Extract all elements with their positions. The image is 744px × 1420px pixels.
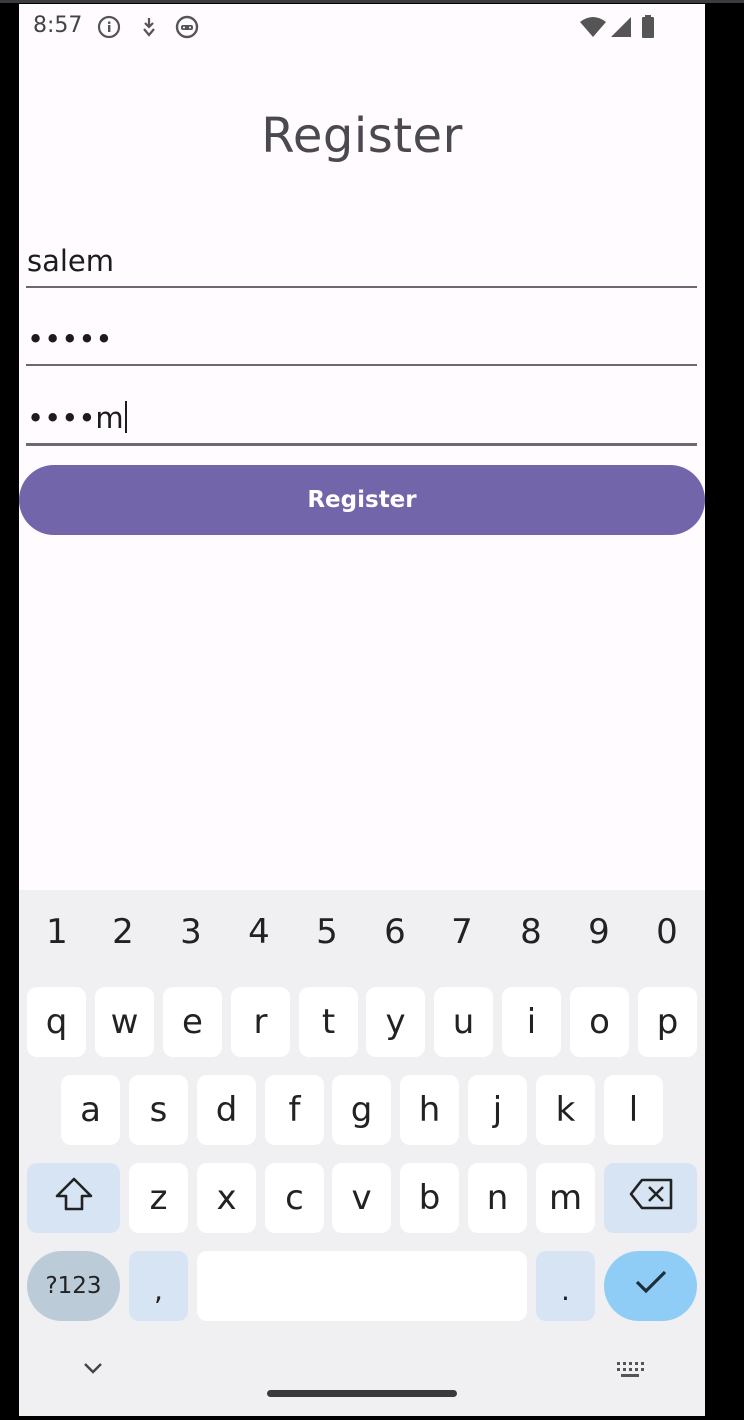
info-icon <box>97 15 121 39</box>
hide-keyboard-chevron-icon[interactable] <box>81 1360 105 1381</box>
key-v[interactable]: v <box>332 1163 391 1233</box>
download-icon <box>137 15 161 39</box>
key-p[interactable]: p <box>638 987 697 1057</box>
period-key-label: . <box>561 1274 570 1307</box>
checkmark-icon <box>633 1266 669 1306</box>
key-1[interactable]: 1 <box>37 912 77 952</box>
number-row: 1 2 3 4 5 6 7 8 9 0 <box>19 912 705 962</box>
done-key[interactable] <box>604 1251 697 1321</box>
username-value: salem <box>27 244 115 278</box>
key-i[interactable]: i <box>502 987 561 1057</box>
key-5[interactable]: 5 <box>307 912 347 952</box>
key-n[interactable]: n <box>468 1163 527 1233</box>
status-bar: 8:57 <box>19 4 705 48</box>
key-l[interactable]: l <box>604 1075 663 1145</box>
key-3[interactable]: 3 <box>171 912 211 952</box>
password-value: ••••• <box>27 322 113 356</box>
key-r[interactable]: r <box>231 987 290 1057</box>
password-field[interactable]: ••••• <box>26 312 697 366</box>
keyboard-switch-icon[interactable] <box>615 1360 645 1385</box>
wifi-icon <box>579 15 607 39</box>
shift-icon <box>54 1176 94 1221</box>
key-s[interactable]: s <box>129 1075 188 1145</box>
key-6[interactable]: 6 <box>375 912 415 952</box>
soft-keyboard: 1 2 3 4 5 6 7 8 9 0 q w e r t y u i o p … <box>19 890 705 1416</box>
space-bar[interactable] <box>197 1251 527 1321</box>
key-x[interactable]: x <box>197 1163 256 1233</box>
phone-screen: 8:57 Register salem ••••• ••••m Register <box>19 4 705 1416</box>
android-icon <box>175 15 199 39</box>
backspace-icon <box>628 1177 674 1220</box>
key-g[interactable]: g <box>332 1075 391 1145</box>
key-7[interactable]: 7 <box>442 912 482 952</box>
key-9[interactable]: 9 <box>579 912 619 952</box>
status-time: 8:57 <box>33 13 83 38</box>
symbols-key[interactable]: ?123 <box>27 1251 120 1321</box>
key-0[interactable]: 0 <box>647 912 687 952</box>
comma-key[interactable]: , <box>129 1251 188 1321</box>
text-cursor <box>124 401 127 433</box>
key-j[interactable]: j <box>468 1075 527 1145</box>
battery-icon <box>641 15 657 39</box>
key-4[interactable]: 4 <box>239 912 279 952</box>
key-f[interactable]: f <box>265 1075 324 1145</box>
window-top-border <box>0 0 744 3</box>
confirm-password-value: ••••m <box>27 401 127 435</box>
key-h[interactable]: h <box>400 1075 459 1145</box>
page-title: Register <box>261 108 463 164</box>
key-o[interactable]: o <box>570 987 629 1057</box>
key-k[interactable]: k <box>536 1075 595 1145</box>
key-y[interactable]: y <box>366 987 425 1057</box>
key-2[interactable]: 2 <box>103 912 143 952</box>
confirm-password-field[interactable]: ••••m <box>26 391 697 446</box>
key-d[interactable]: d <box>197 1075 256 1145</box>
home-gesture-bar[interactable] <box>267 1390 457 1397</box>
register-button[interactable]: Register <box>19 465 705 535</box>
key-c[interactable]: c <box>265 1163 324 1233</box>
key-8[interactable]: 8 <box>511 912 551 952</box>
key-w[interactable]: w <box>95 987 154 1057</box>
key-a[interactable]: a <box>61 1075 120 1145</box>
comma-key-label: , <box>154 1274 163 1307</box>
period-key[interactable]: . <box>536 1251 595 1321</box>
shift-key[interactable] <box>27 1163 120 1233</box>
backspace-key[interactable] <box>604 1163 697 1233</box>
key-b[interactable]: b <box>400 1163 459 1233</box>
username-field[interactable]: salem <box>26 234 697 288</box>
key-q[interactable]: q <box>27 987 86 1057</box>
cellular-signal-icon <box>609 15 633 39</box>
key-e[interactable]: e <box>163 987 222 1057</box>
key-z[interactable]: z <box>129 1163 188 1233</box>
key-u[interactable]: u <box>434 987 493 1057</box>
key-m[interactable]: m <box>536 1163 595 1233</box>
key-t[interactable]: t <box>299 987 358 1057</box>
